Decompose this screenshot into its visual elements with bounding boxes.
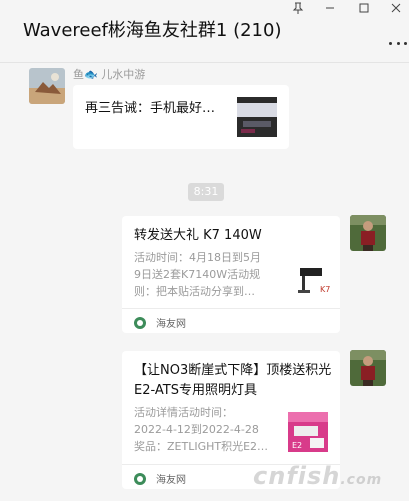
thumb-text: K7: [320, 285, 330, 294]
message-thumbnail: [237, 97, 277, 137]
card-source: 海友网: [134, 471, 186, 486]
card-description: 活动详情活动时间： 2022-4-12到2022-4-28 奖品：ZETLIGH…: [134, 406, 269, 453]
dot-icon: [404, 41, 407, 45]
watermark-main: cnfish: [253, 462, 341, 490]
maximize-button[interactable]: [353, 2, 375, 18]
card-title: 转发送大礼 K7 140W: [134, 228, 262, 243]
title-bar: Wavereef彬海鱼友社群1 (210): [0, 0, 409, 63]
sender-avatar[interactable]: [29, 68, 65, 104]
more-options-button[interactable]: [389, 34, 407, 52]
source-logo-icon: [134, 472, 146, 485]
pin-icon[interactable]: [287, 2, 309, 18]
dot-icon: [389, 41, 392, 45]
close-button[interactable]: [385, 2, 407, 18]
message-bubble[interactable]: 再三告诫：手机最好…: [73, 85, 289, 149]
card-source: 海友网: [134, 315, 186, 330]
card-divider: [122, 308, 340, 309]
time-badge: 8:31: [188, 183, 224, 201]
source-logo-icon: [134, 316, 146, 329]
card-thumbnail: E2: [288, 412, 328, 452]
source-name: 海友网: [156, 475, 186, 486]
scrollbar[interactable]: [404, 64, 408, 492]
source-name: 海友网: [156, 319, 186, 330]
minimize-button[interactable]: [319, 2, 341, 18]
card-title: 【让NO3断崖式下降】顶楼送积光E2-ATS专用照明灯具: [134, 363, 332, 398]
chat-title: Wavereef彬海鱼友社群1 (210): [23, 20, 282, 41]
watermark: cnfish.com: [253, 462, 382, 490]
sender-name: 鱼🐟 儿水中游: [73, 68, 146, 81]
my-avatar[interactable]: [350, 215, 386, 251]
message-text: 再三告诫：手机最好…: [85, 101, 216, 116]
dot-icon: [396, 41, 400, 45]
my-avatar[interactable]: [350, 350, 386, 386]
thumb-text: E2: [292, 441, 302, 450]
card-thumbnail: K7: [292, 258, 332, 298]
link-card[interactable]: 转发送大礼 K7 140W 活动时间：4月18日到5月 9日送2套K7140W活…: [122, 216, 340, 333]
card-description: 活动时间：4月18日到5月 9日送2套K7140W活动规 则：把本贴活动分享到…: [134, 251, 261, 298]
watermark-sub: .com: [340, 472, 383, 488]
